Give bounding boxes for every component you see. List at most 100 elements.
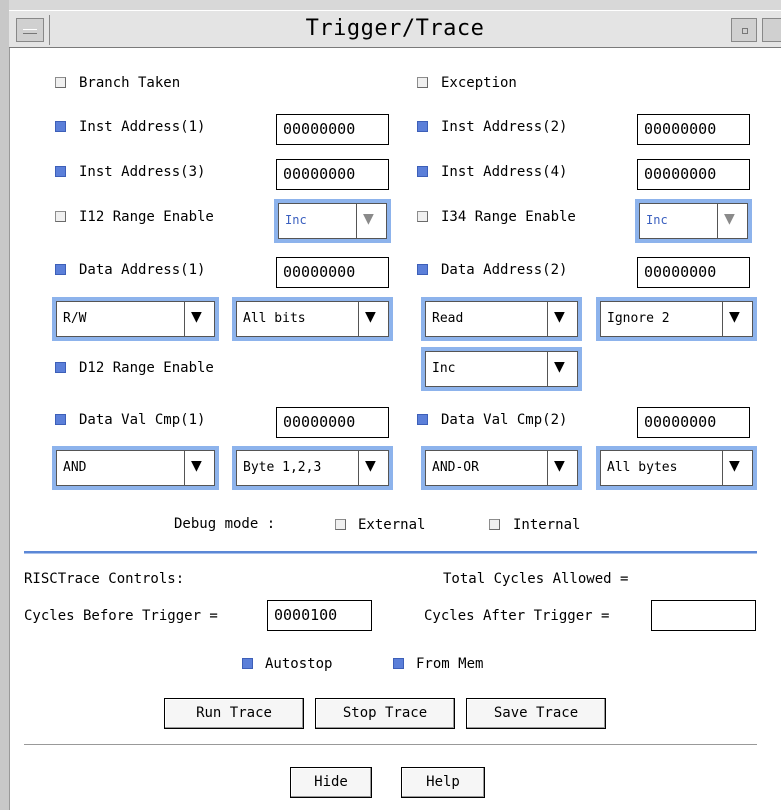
from-mem-checkbox[interactable] (393, 658, 404, 669)
help-button[interactable]: Help (401, 767, 485, 798)
d12-range-enable-checkbox[interactable] (55, 362, 66, 373)
maximize-button[interactable] (762, 18, 781, 42)
dropdown-arrow-icon: ▼ (191, 306, 202, 327)
i12-range-enable-checkbox[interactable] (55, 211, 66, 222)
debug-external-label: External (358, 517, 426, 533)
val-2-bytes-dropdown-button[interactable]: ▼ (722, 451, 752, 485)
dropdown-arrow-icon: ▼ (724, 208, 735, 229)
stop-trace-button[interactable]: Stop Trace (315, 698, 455, 729)
val-1-logic-dropdown-button[interactable]: ▼ (184, 451, 214, 485)
data-1-bits-select[interactable]: All bits ▼ (232, 297, 393, 341)
inst-address-1-input[interactable]: 00000000 (276, 114, 389, 145)
d12-range-value: Inc (432, 361, 456, 376)
inst-address-1-checkbox[interactable] (55, 121, 66, 132)
branch-taken-label: Branch Taken (79, 75, 181, 91)
inst-address-3-checkbox[interactable] (55, 166, 66, 177)
val-1-bytes-dropdown-button[interactable]: ▼ (358, 451, 388, 485)
data-1-bits-value: All bits (243, 311, 306, 326)
i12-range-dropdown-button[interactable]: ▼ (356, 204, 386, 238)
data-1-bits-dropdown-button[interactable]: ▼ (358, 302, 388, 336)
i34-range-dropdown-button[interactable]: ▼ (717, 204, 747, 238)
i34-range-enable-label: I34 Range Enable (441, 209, 576, 225)
inst-address-2-checkbox[interactable] (417, 121, 428, 132)
data-2-bits-dropdown-button[interactable]: ▼ (722, 302, 752, 336)
data-val-cmp-2-checkbox[interactable] (417, 414, 428, 425)
d12-range-select[interactable]: Inc ▼ (421, 347, 582, 391)
debug-mode-label: Debug mode : (174, 516, 276, 532)
inst-address-4-label: Inst Address(4) (441, 164, 568, 180)
inst-address-3-input[interactable]: 00000000 (276, 159, 389, 190)
dropdown-arrow-icon: ▼ (365, 306, 376, 327)
i12-range-value: Inc (285, 213, 307, 227)
dropdown-arrow-icon: ▼ (729, 306, 740, 327)
data-2-access-select[interactable]: Read ▼ (421, 297, 582, 341)
dropdown-arrow-icon: ▼ (554, 455, 565, 476)
data-val-cmp-1-input[interactable]: 00000000 (276, 407, 389, 438)
data-address-2-label: Data Address(2) (441, 262, 568, 278)
minimize-button[interactable] (731, 18, 757, 42)
exception-checkbox[interactable] (417, 77, 428, 88)
window-top-strip (9, 0, 781, 10)
inst-address-2-label: Inst Address(2) (441, 119, 568, 135)
title-bar[interactable]: Trigger/Trace (9, 10, 781, 48)
data-val-cmp-2-input[interactable]: 00000000 (637, 407, 750, 438)
footer-separator-highlight (24, 745, 757, 746)
val-2-bytes-value: All bytes (607, 460, 678, 475)
val-1-bytes-select[interactable]: Byte 1,2,3 ▼ (232, 446, 393, 490)
val-1-bytes-value: Byte 1,2,3 (243, 460, 322, 475)
dropdown-arrow-icon: ▼ (554, 356, 565, 377)
hide-button[interactable]: Hide (290, 767, 372, 798)
trigger-trace-window: Trigger/Trace Branch Taken Exception Ins… (0, 0, 781, 810)
from-mem-label: From Mem (416, 656, 484, 672)
i34-range-select[interactable]: Inc ▼ (635, 199, 752, 243)
val-2-logic-select[interactable]: AND-OR ▼ (421, 446, 582, 490)
autostop-label: Autostop (265, 656, 333, 672)
i34-range-value: Inc (646, 213, 668, 227)
d12-range-enable-label: D12 Range Enable (79, 360, 214, 376)
data-address-2-checkbox[interactable] (417, 264, 428, 275)
total-cycles-label: Total Cycles Allowed = (443, 571, 629, 587)
data-address-1-input[interactable]: 00000000 (276, 257, 389, 288)
d12-range-dropdown-button[interactable]: ▼ (547, 352, 577, 386)
debug-external-checkbox[interactable] (335, 519, 346, 530)
data-address-1-label: Data Address(1) (79, 262, 206, 278)
autostop-checkbox[interactable] (242, 658, 253, 669)
save-trace-button[interactable]: Save Trace (466, 698, 606, 729)
exception-label: Exception (441, 75, 517, 91)
val-2-logic-value: AND-OR (432, 460, 479, 475)
dropdown-arrow-icon: ▼ (554, 306, 565, 327)
i34-range-enable-checkbox[interactable] (417, 211, 428, 222)
window-title: Trigger/Trace (305, 16, 485, 41)
risctrace-controls-label: RISCTrace Controls: (24, 571, 185, 587)
dropdown-arrow-icon: ▼ (191, 455, 202, 476)
data-address-2-input[interactable]: 00000000 (637, 257, 750, 288)
val-2-logic-dropdown-button[interactable]: ▼ (547, 451, 577, 485)
data-val-cmp-1-label: Data Val Cmp(1) (79, 412, 206, 428)
inst-address-4-checkbox[interactable] (417, 166, 428, 177)
val-1-logic-select[interactable]: AND ▼ (52, 446, 219, 490)
dropdown-arrow-icon: ▼ (729, 455, 740, 476)
i12-range-select[interactable]: Inc ▼ (274, 199, 391, 243)
data-1-access-value: R/W (63, 311, 87, 326)
data-1-access-select[interactable]: R/W ▼ (52, 297, 219, 341)
data-val-cmp-1-checkbox[interactable] (55, 414, 66, 425)
section-separator-shadow (24, 553, 757, 554)
cycles-after-label: Cycles After Trigger = (424, 608, 610, 624)
val-2-bytes-select[interactable]: All bytes ▼ (596, 446, 757, 490)
dropdown-arrow-icon: ▼ (365, 455, 376, 476)
branch-taken-checkbox[interactable] (55, 77, 66, 88)
inst-address-1-label: Inst Address(1) (79, 119, 206, 135)
inst-address-4-input[interactable]: 00000000 (637, 159, 750, 190)
inst-address-2-input[interactable]: 00000000 (637, 114, 750, 145)
cycles-before-input[interactable]: 0000100 (267, 600, 372, 631)
cycles-after-input[interactable] (651, 600, 756, 631)
data-val-cmp-2-label: Data Val Cmp(2) (441, 412, 568, 428)
data-address-1-checkbox[interactable] (55, 264, 66, 275)
debug-internal-checkbox[interactable] (489, 519, 500, 530)
inst-address-3-label: Inst Address(3) (79, 164, 206, 180)
data-1-access-dropdown-button[interactable]: ▼ (184, 302, 214, 336)
val-1-logic-value: AND (63, 460, 87, 475)
data-2-access-dropdown-button[interactable]: ▼ (547, 302, 577, 336)
run-trace-button[interactable]: Run Trace (164, 698, 304, 729)
data-2-bits-select[interactable]: Ignore 2 ▼ (596, 297, 757, 341)
